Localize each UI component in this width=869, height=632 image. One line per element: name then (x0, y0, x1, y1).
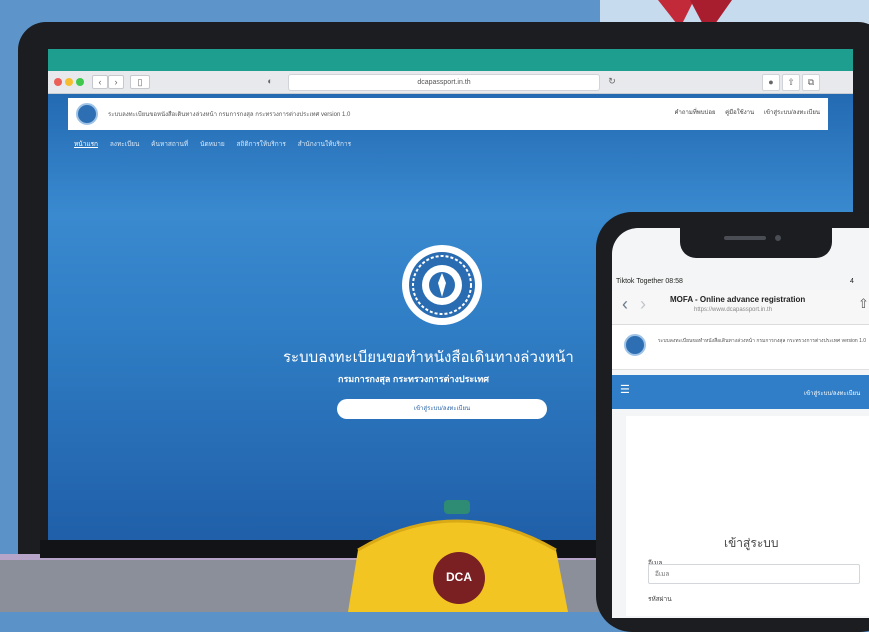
password-label: รหัสผ่าน (648, 596, 672, 603)
faq-link[interactable]: คำถามที่พบบ่อย (674, 110, 715, 116)
close-dot-icon[interactable] (54, 78, 62, 86)
menu-item-search[interactable]: ค้นหาสถานที่ (151, 141, 188, 148)
phone-page-url[interactable]: https://www.dcapassport.in.th (694, 307, 772, 313)
phone-page-title: MOFA - Online advance registration (670, 295, 806, 304)
sidebar-icon[interactable]: ▯ (130, 75, 150, 89)
phone-login-link[interactable]: เข้าสู่ระบบ/ลงทะเบียน (804, 388, 860, 398)
phone-site-header: ระบบลงทะเบียนขอทำหนังสือเดินทางล่วงหน้า … (612, 325, 869, 370)
back-icon[interactable]: ‹ (92, 75, 108, 89)
phone-forward-icon[interactable]: › (640, 294, 646, 315)
phone-notch (680, 228, 832, 258)
hat-badge-text: DCA (446, 570, 472, 584)
phone-status-carrier: Tiktok Together 08:58 (616, 278, 683, 285)
hero-title: ระบบลงทะเบียนขอทำหนังสือเดินทางล่วงหน้า (283, 349, 574, 366)
laptop-top-band (48, 49, 853, 71)
url-bar[interactable]: dcapassport.in.th (288, 74, 600, 91)
main-menu: หน้าแรก ลงทะเบียน ค้นหาสถานที่ นัดหมาย ส… (74, 139, 361, 149)
phone-camera (775, 235, 781, 241)
login-title: เข้าสู่ระบบ (724, 536, 779, 550)
menu-item-register[interactable]: ลงทะเบียน (110, 141, 140, 148)
menu-item-appointment[interactable]: นัดหมาย (200, 141, 225, 148)
hard-hat-illustration (348, 500, 568, 612)
hamburger-menu-icon[interactable]: ☰ (620, 383, 630, 396)
phone-speaker (724, 236, 766, 240)
minimize-dot-icon[interactable] (65, 78, 73, 86)
menu-item-home[interactable]: หน้าแรก (74, 141, 98, 148)
extension-icon[interactable]: ● (762, 74, 780, 91)
forward-icon[interactable]: › (108, 75, 124, 89)
menu-item-stats[interactable]: สถิติการให้บริการ (237, 141, 286, 148)
hero-subtitle: กรมการกงสุล กระทรวงการต่างประเทศ (338, 374, 489, 384)
login-link[interactable]: เข้าสู่ระบบ/ลงทะเบียน (764, 110, 820, 116)
register-button[interactable]: เข้าสู่ระบบ/ลงทะเบียน (337, 399, 547, 419)
reload-icon[interactable]: ↻ (604, 74, 620, 89)
login-card: เข้าสู่ระบบ อีเมล อีเมล รหัสผ่าน (626, 416, 869, 616)
tabs-icon[interactable]: ⧉ (802, 74, 820, 91)
phone-nav-bar: ☰ เข้าสู่ระบบ/ลงทะเบียน (612, 375, 869, 409)
site-header: ระบบลงทะเบียนขอหนังสือเดินทางล่วงหน้า กร… (68, 98, 828, 130)
header-links: คำถามที่พบบ่อย คู่มือใช้งาน เข้าสู่ระบบ/… (666, 107, 820, 117)
phone-share-icon[interactable]: ⇧ (858, 296, 869, 312)
browser-toolbar: ‹ › ▯ ◐ dcapassport.in.th ↻ ● ⇧ ⧉ (48, 71, 853, 94)
site-logo-icon[interactable] (76, 103, 98, 125)
ministry-emblem-icon (402, 245, 482, 325)
share-icon[interactable]: ⇧ (782, 74, 800, 91)
maximize-dot-icon[interactable] (76, 78, 84, 86)
manual-link[interactable]: คู่มือใช้งาน (725, 110, 754, 116)
phone-browser-bar: ‹ › MOFA - Online advance registration h… (612, 290, 869, 325)
menu-item-offices[interactable]: สำนักงานให้บริการ (298, 141, 351, 148)
site-title: ระบบลงทะเบียนขอหนังสือเดินทางล่วงหน้า กร… (108, 112, 351, 118)
email-field[interactable]: อีเมล (648, 564, 860, 584)
phone-back-icon[interactable]: ‹ (622, 294, 628, 315)
phone-status-battery: 4 (850, 278, 854, 285)
phone-site-title: ระบบลงทะเบียนขอทำหนังสือเดินทางล่วงหน้า … (658, 338, 867, 344)
privacy-icon[interactable]: ◐ (262, 74, 278, 89)
phone-site-logo-icon[interactable] (624, 334, 646, 356)
